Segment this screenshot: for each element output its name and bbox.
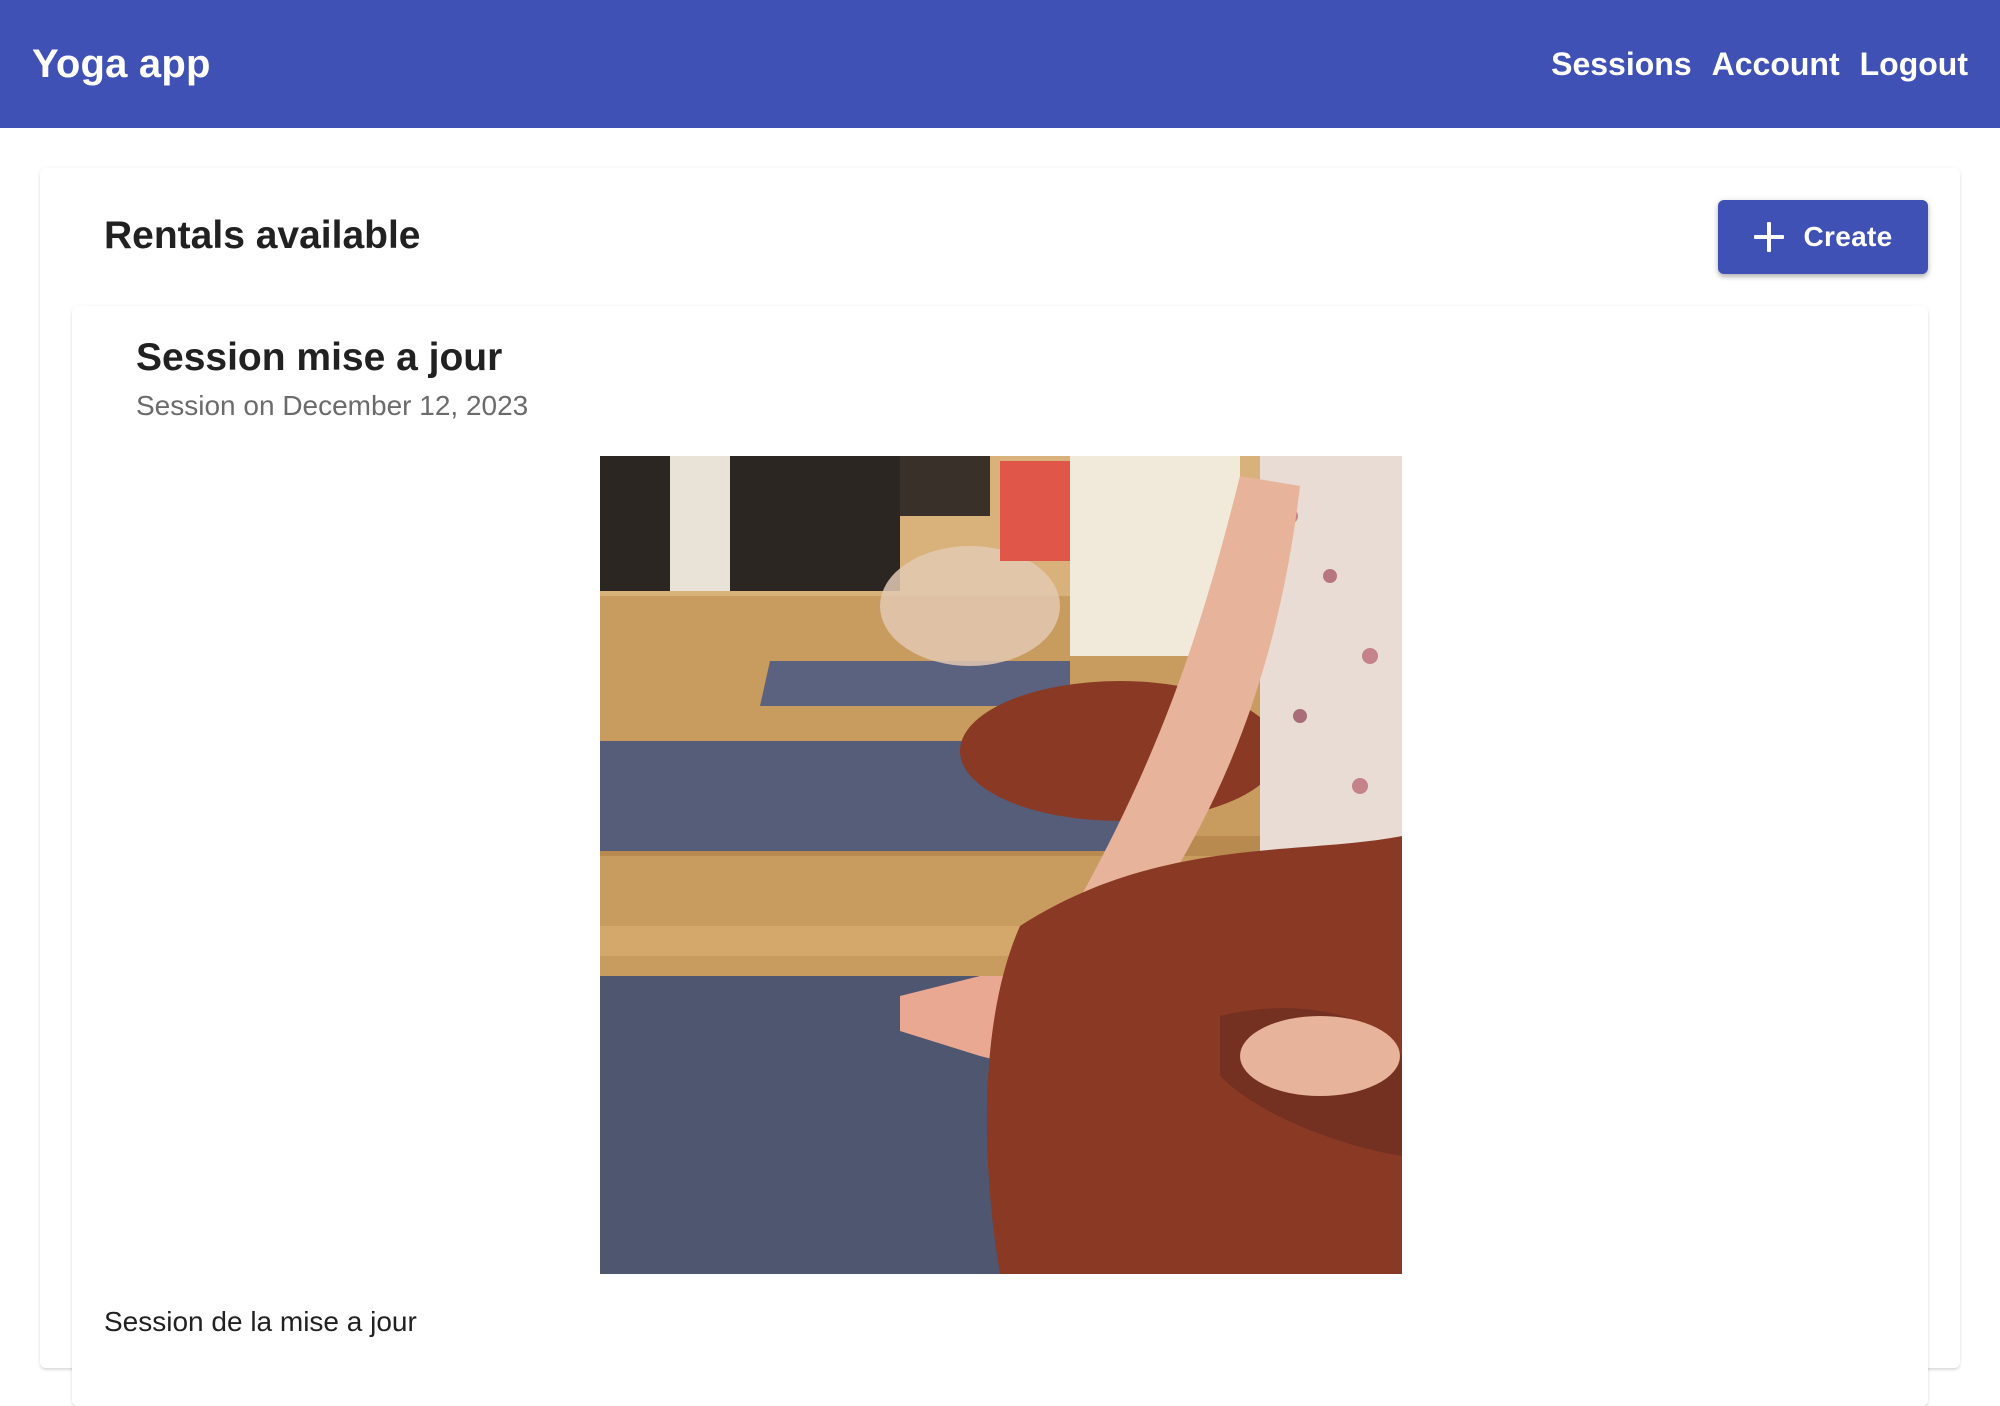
session-title: Session mise a jour xyxy=(136,336,503,379)
rentals-card: Rentals available Create Session mise a … xyxy=(40,168,1960,1406)
create-button-label: Create xyxy=(1803,221,1893,252)
nav-sessions-link[interactable]: Sessions xyxy=(1551,46,1692,83)
rentals-title: Rentals available xyxy=(104,214,421,257)
session-card: Session mise a jour Session on December … xyxy=(72,306,1928,1406)
nav-account-link[interactable]: Account xyxy=(1712,46,1840,83)
nav-logout-link[interactable]: Logout xyxy=(1860,46,1968,83)
app-toolbar: Yoga app Sessions Account Logout xyxy=(0,0,2000,128)
yoga-photo-illustration xyxy=(600,456,1402,1274)
session-image xyxy=(600,456,1402,1274)
create-button[interactable]: Create xyxy=(1718,200,1928,274)
top-nav: Sessions Account Logout xyxy=(1551,46,1968,83)
session-date-subtitle: Session on December 12, 2023 xyxy=(136,390,529,421)
plus-icon xyxy=(1753,222,1784,252)
session-description: Session de la mise a jour xyxy=(104,1306,417,1337)
app-title[interactable]: Yoga app xyxy=(32,42,211,87)
